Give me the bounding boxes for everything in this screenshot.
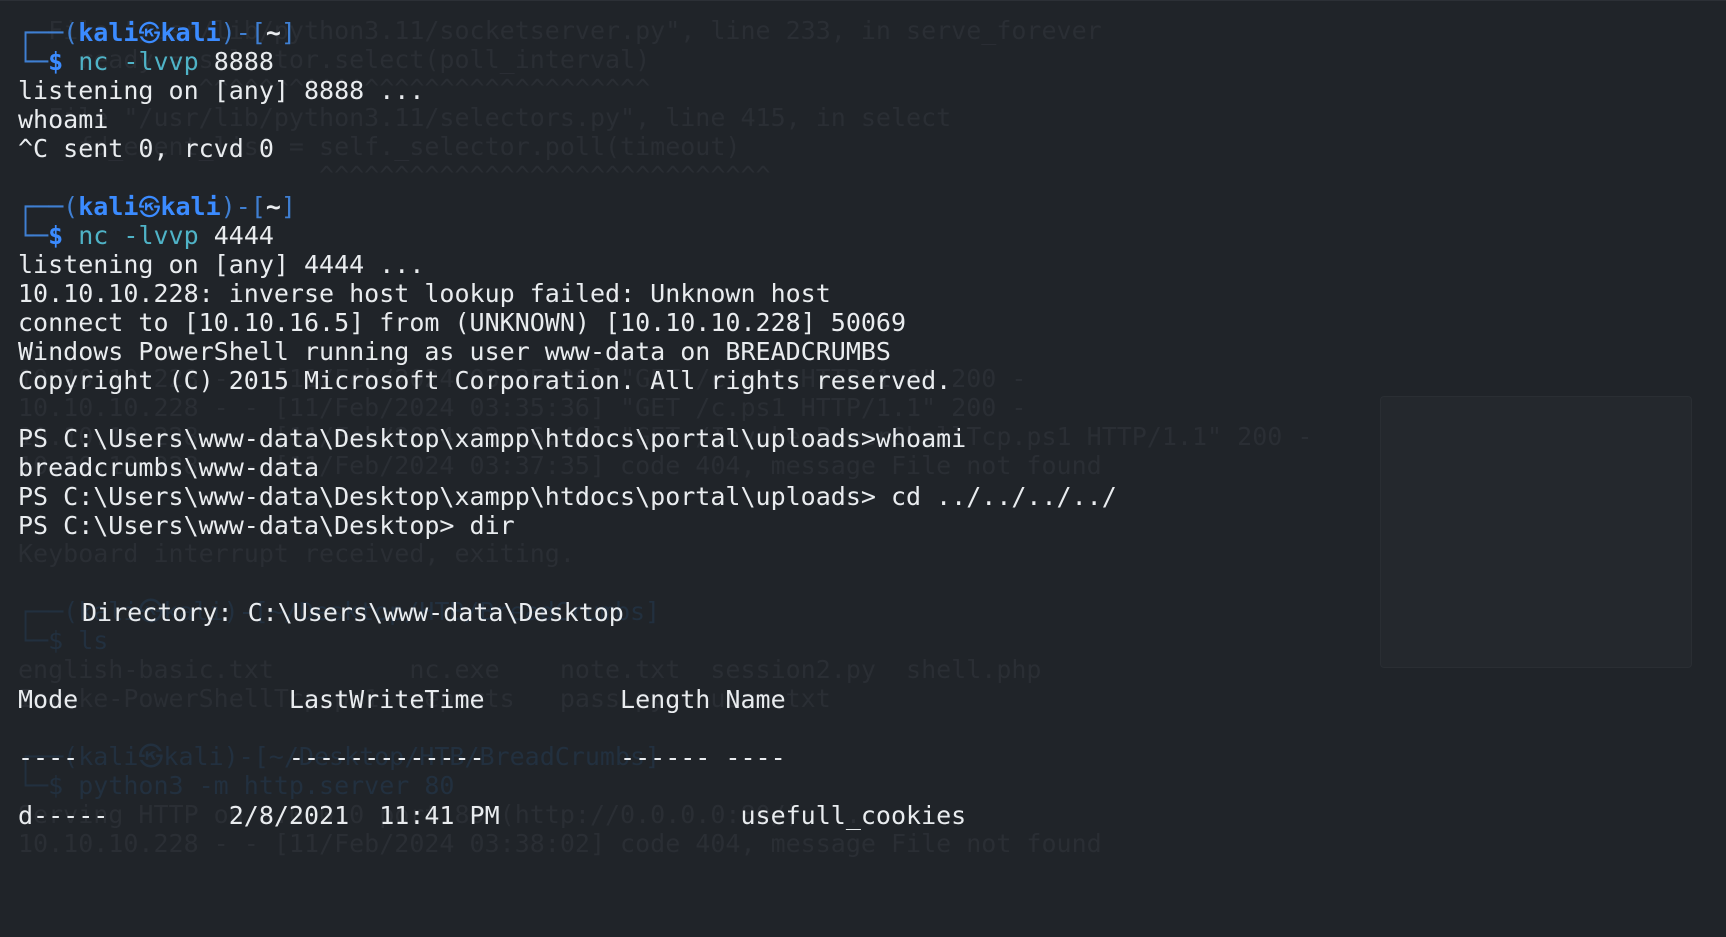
prompt-user: kali (78, 18, 139, 47)
kali-skull-icon: ㉿ (138, 22, 161, 47)
prompt-dir: ~ (265, 18, 281, 47)
prompt-host: kali (160, 18, 221, 47)
output-line: connect to [10.10.16.5] from (UNKNOWN) [… (18, 308, 907, 337)
command-arg: 4444 (213, 221, 274, 250)
output-line: Copyright (C) 2015 Microsoft Corporation… (18, 366, 952, 395)
ghost-line: └─$ ls (18, 626, 109, 655)
output-line: listening on [any] 4444 ... (18, 250, 425, 279)
ghost-pane (1380, 396, 1692, 668)
listing-underline: ---- ------------- ------ ---- (18, 743, 786, 772)
prompt-command-line: └─$ nc -lvvp 4444 (18, 221, 274, 250)
ghost-line: english-basic.txt nc.exe note.txt sessio… (18, 655, 1042, 684)
command-name: nc (78, 221, 109, 250)
output-line: whoami (18, 105, 109, 134)
directory-heading: Directory: C:\Users\www-data\Desktop (82, 598, 624, 627)
powershell-prompt-line: PS C:\Users\www-data\Desktop> dir (18, 511, 515, 540)
ghost-line: Keyboard interrupt received, exiting. (18, 539, 575, 568)
terminal-window[interactable]: File "/usr/lib/python3.11/socketserver.p… (0, 0, 1726, 937)
prompt-host: kali (160, 192, 221, 221)
prompt-user: kali (78, 192, 139, 221)
powershell-prompt-line: PS C:\Users\www-data\Desktop\xampp\htdoc… (18, 424, 967, 453)
ghost-line: 10.10.10.228 - - [11/Feb/2024 03:38:02] … (18, 829, 1102, 858)
command-flag: -lvvp (123, 47, 199, 76)
command-flag: -lvvp (123, 221, 199, 250)
command-name: nc (78, 47, 109, 76)
output-line: Windows PowerShell running as user www-d… (18, 337, 891, 366)
command-arg: 8888 (213, 47, 274, 76)
ghost-line: └─$ python3 -m http.server 80 (18, 771, 455, 800)
listing-header: Mode LastWriteTime Length Name (18, 685, 786, 714)
output-line: ^C sent 0, rcvd 0 (18, 134, 274, 163)
prompt-dir: ~ (265, 192, 281, 221)
output-line: listening on [any] 8888 ... (18, 76, 425, 105)
output-line: 10.10.10.228: inverse host lookup failed… (18, 279, 831, 308)
powershell-prompt-line: PS C:\Users\www-data\Desktop\xampp\htdoc… (18, 482, 1117, 511)
kali-skull-icon: ㉿ (138, 196, 161, 221)
listing-row: d----- 2/8/2021 11:41 PM usefull_cookies (18, 801, 967, 830)
output-line: breadcrumbs\www-data (18, 453, 320, 482)
prompt-command-line: └─$ nc -lvvp 8888 (18, 47, 274, 76)
